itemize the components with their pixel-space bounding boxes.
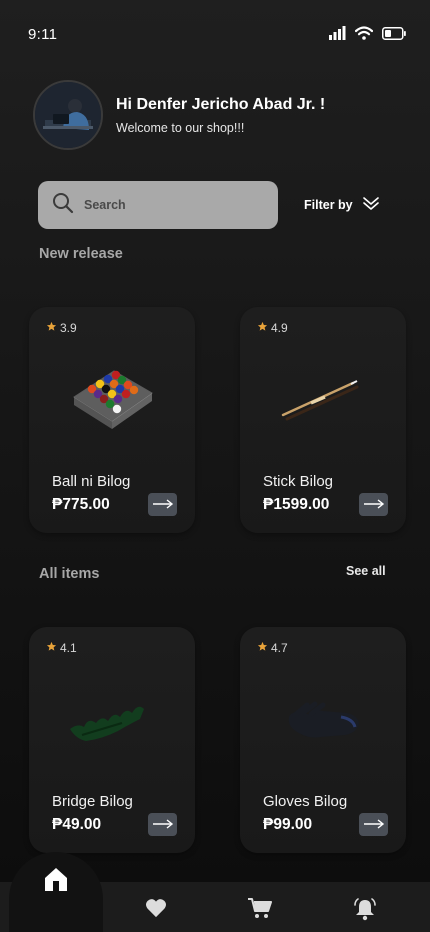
arrow-right-icon [363,496,385,514]
greeting: Hi Denfer Jericho Abad Jr. ! [116,96,326,113]
rating: 4.7 [257,641,288,655]
product-card[interactable]: 3.9 Ball ni Bilog ₱775.00 [29,307,195,533]
rating-value: 4.7 [271,641,288,655]
arrow-right-icon [152,816,174,834]
cue-stick-image [273,359,373,439]
product-name: Stick Bilog [263,473,334,490]
billiard-ball-set-image [62,359,162,439]
star-icon [46,641,57,655]
view-product-button[interactable] [148,813,177,836]
billiard-glove-image [273,679,373,759]
arrow-right-icon [152,496,174,514]
bell-icon[interactable] [352,896,378,922]
section-title-all-items: All items [39,566,100,582]
home-icon[interactable] [40,864,72,894]
product-name: Gloves Bilog [263,793,348,810]
star-icon [257,321,268,335]
chevron-double-down-icon [362,195,379,214]
cart-icon[interactable] [246,896,274,920]
wifi-icon [354,26,374,45]
product-card[interactable]: 4.1 Bridge Bilog ₱49.00 [29,627,195,853]
product-name: Bridge Bilog [52,793,133,810]
search-input[interactable]: Search [38,181,278,229]
product-price: ₱1599.00 [263,496,330,513]
filter-button[interactable]: Filter by [304,195,379,214]
product-name: Ball ni Bilog [52,473,131,490]
rating: 4.1 [46,641,77,655]
see-all-link[interactable]: See all [346,564,386,578]
rating: 4.9 [257,321,288,335]
status-time: 9:11 [28,26,58,43]
cue-bridge-image [62,679,162,759]
search-icon [52,192,74,219]
product-price: ₱49.00 [52,816,102,833]
search-placeholder: Search [84,198,126,212]
star-icon [257,641,268,655]
product-price: ₱99.00 [263,816,313,833]
welcome-text: Welcome to our shop!!! [116,121,245,135]
arrow-right-icon [363,816,385,834]
status-icons [329,26,406,45]
signal-icon [329,26,346,45]
rating-value: 4.1 [60,641,77,655]
rating-value: 3.9 [60,321,77,335]
filter-label: Filter by [304,197,353,212]
rating-value: 4.9 [271,321,288,335]
rating: 3.9 [46,321,77,335]
product-card[interactable]: 4.9 Stick Bilog ₱1599.00 [240,307,406,533]
view-product-button[interactable] [148,493,177,516]
view-product-button[interactable] [359,813,388,836]
heart-icon[interactable] [143,896,169,920]
star-icon [46,321,57,335]
view-product-button[interactable] [359,493,388,516]
product-price: ₱775.00 [52,496,110,513]
battery-icon [382,26,406,45]
section-title-new-release: New release [39,246,123,262]
avatar[interactable] [33,80,103,150]
product-card[interactable]: 4.7 Gloves Bilog ₱99.00 [240,627,406,853]
